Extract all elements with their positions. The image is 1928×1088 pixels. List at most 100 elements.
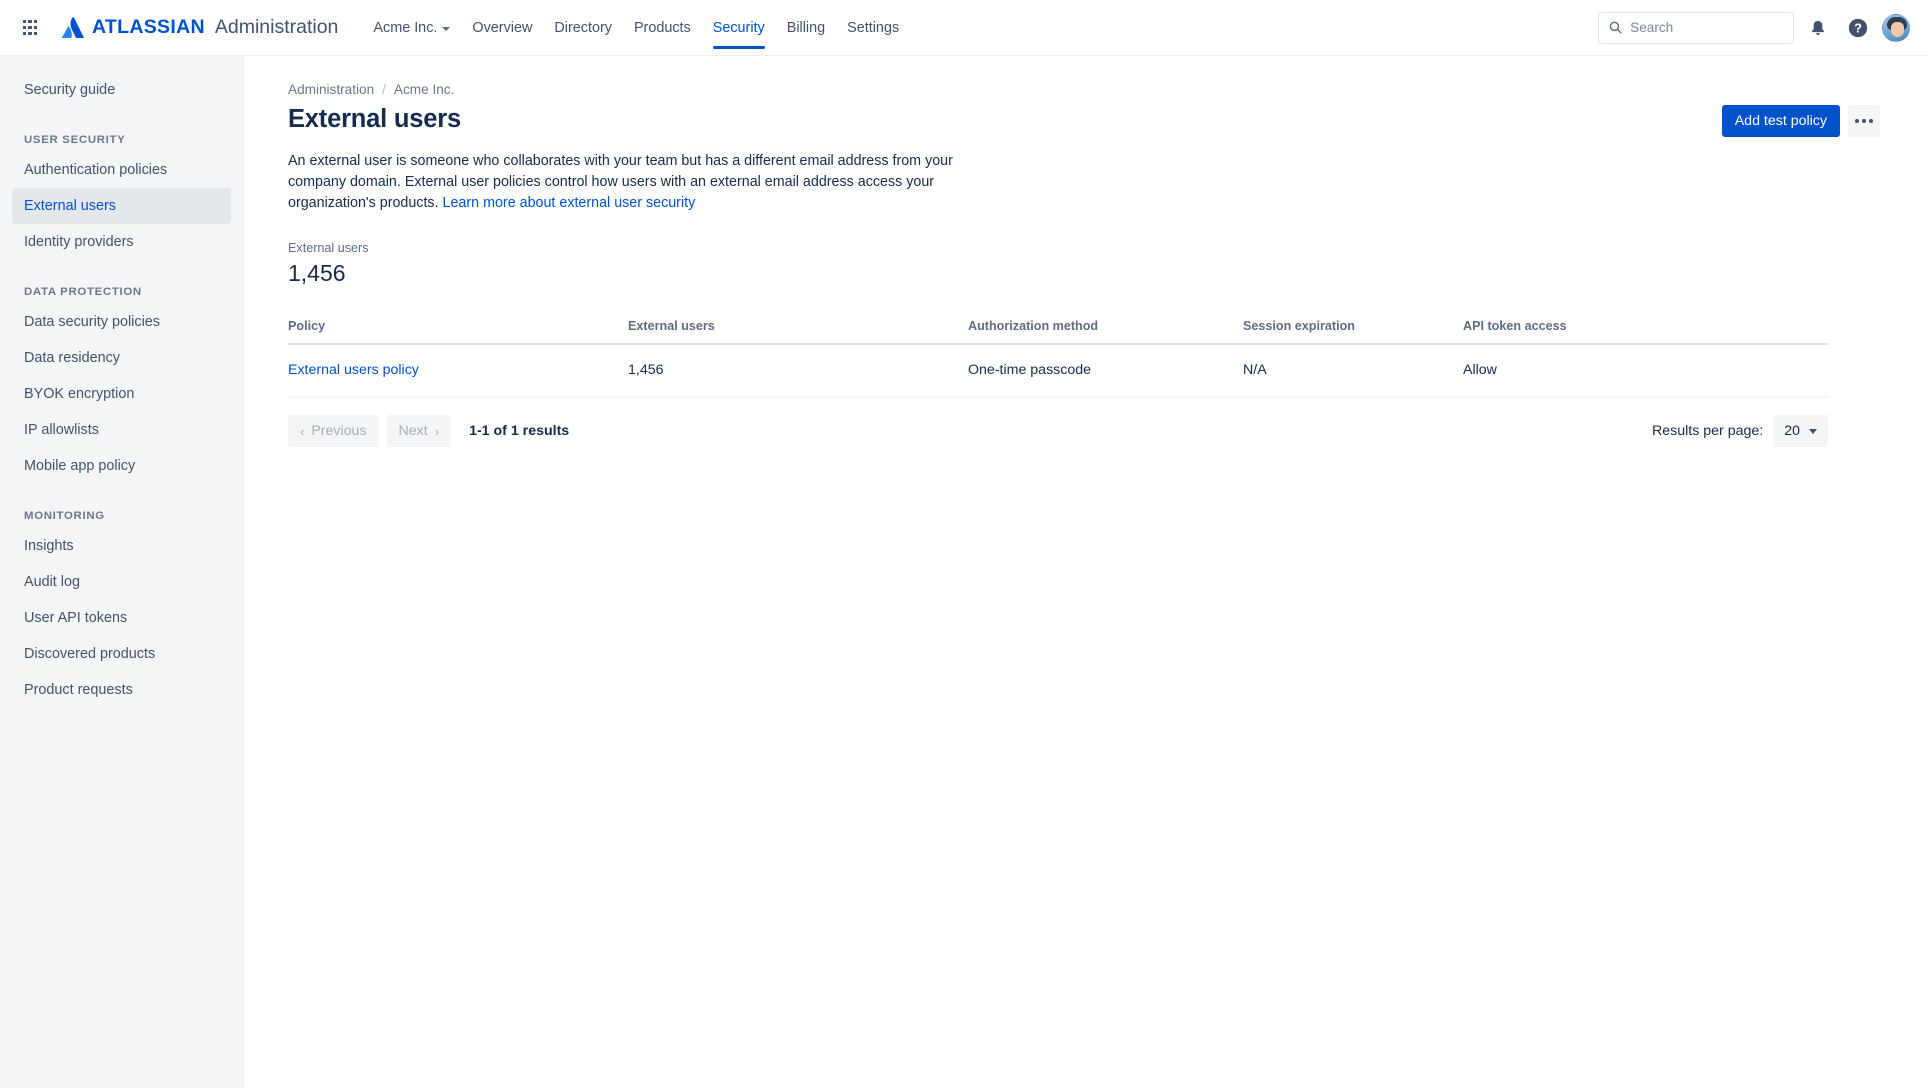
previous-page-button[interactable]: ‹ Previous: [288, 415, 379, 447]
metric-label: External users: [288, 241, 369, 255]
column-header-external-users: External users: [628, 319, 715, 333]
app-switcher-button[interactable]: [14, 12, 46, 44]
org-switcher-label: Acme Inc.: [373, 19, 438, 36]
sidebar-item-label: User API tokens: [24, 610, 128, 626]
help-button[interactable]: ?: [1842, 12, 1874, 44]
chevron-right-icon: ›: [434, 423, 440, 439]
tab-security[interactable]: Security: [702, 0, 776, 56]
more-dot: [1855, 119, 1859, 123]
sidebar-item-byok-encryption[interactable]: BYOK encryption: [12, 376, 231, 412]
cell-api-token-access: Allow: [1463, 362, 1497, 378]
sidebar: Security guide USER SECURITY Authenticat…: [0, 56, 244, 1088]
tab-billing[interactable]: Billing: [776, 0, 836, 56]
metric-value: 1,456: [288, 260, 346, 286]
sidebar-item-label: Identity providers: [24, 234, 134, 250]
sidebar-item-ip-allowlists[interactable]: IP allowlists: [12, 412, 231, 448]
more-actions-button[interactable]: [1848, 105, 1880, 137]
sidebar-item-external-users[interactable]: External users: [12, 188, 231, 224]
svg-text:?: ?: [1854, 20, 1862, 35]
tab-label: Products: [633, 19, 691, 36]
search-input[interactable]: [1630, 20, 1783, 35]
column-header-api-token-access: API token access: [1463, 319, 1567, 333]
next-page-button[interactable]: Next ›: [386, 415, 452, 447]
results-per-page-label: Results per page:: [1652, 423, 1764, 439]
sidebar-item-identity-providers[interactable]: Identity providers: [12, 224, 231, 260]
top-navigation: ATLASSIAN Administration Acme Inc. Overv…: [0, 0, 1928, 56]
learn-more-link[interactable]: Learn more about external user security: [443, 195, 696, 211]
tab-label: Overview: [472, 19, 533, 36]
tab-label: Directory: [554, 19, 612, 36]
chevron-down-icon: [442, 26, 451, 31]
cell-session-expiration: N/A: [1243, 362, 1267, 378]
sidebar-item-discovered-products[interactable]: Discovered products: [12, 636, 231, 672]
sidebar-item-data-security-policies[interactable]: Data security policies: [12, 304, 231, 340]
add-test-policy-button[interactable]: Add test policy: [1721, 105, 1840, 137]
sidebar-item-security-guide[interactable]: Security guide: [12, 72, 231, 108]
brand-product-name: Administration: [214, 16, 339, 38]
policy-link[interactable]: External users policy: [288, 362, 419, 378]
tab-label: Security: [712, 19, 765, 36]
sidebar-item-data-residency[interactable]: Data residency: [12, 340, 231, 376]
results-count: 1-1 of 1 results: [469, 423, 570, 439]
previous-label: Previous: [311, 423, 367, 439]
breadcrumb-org[interactable]: Acme Inc.: [394, 82, 454, 97]
tab-label: Billing: [786, 19, 826, 36]
chevron-left-icon: ‹: [300, 423, 305, 439]
primary-nav-tabs: Acme Inc. Overview Directory Products Se…: [362, 0, 910, 56]
sidebar-item-label: BYOK encryption: [24, 386, 135, 402]
next-label: Next: [398, 423, 428, 439]
help-icon: ?: [1848, 18, 1868, 37]
sidebar-item-label: External users: [24, 198, 116, 214]
cell-external-users: 1,456: [628, 362, 664, 378]
more-dot: [1869, 119, 1873, 123]
policies-table: Policy External users Authorization meth…: [288, 318, 1828, 398]
notifications-button[interactable]: [1802, 12, 1834, 44]
sidebar-section-data-protection: DATA PROTECTION: [24, 286, 142, 298]
page-header: External users Add test policy: [288, 103, 1880, 137]
sidebar-section-monitoring: MONITORING: [24, 510, 105, 522]
table-row: External users policy 1,456 One-time pas…: [288, 345, 1828, 398]
column-header-policy: Policy: [288, 319, 326, 333]
avatar[interactable]: [1882, 13, 1910, 42]
tab-settings[interactable]: Settings: [836, 0, 910, 56]
sidebar-item-user-api-tokens[interactable]: User API tokens: [12, 600, 231, 636]
tab-overview[interactable]: Overview: [461, 0, 543, 56]
sidebar-item-authentication-policies[interactable]: Authentication policies: [12, 152, 231, 188]
breadcrumb: Administration / Acme Inc.: [288, 82, 1880, 97]
top-nav-right-actions: ?: [1598, 11, 1910, 44]
breadcrumb-separator: /: [382, 82, 386, 97]
sidebar-item-label: IP allowlists: [24, 422, 99, 438]
search-box[interactable]: [1598, 11, 1794, 44]
cell-policy: External users policy: [288, 360, 628, 380]
brand-name: ATLASSIAN: [92, 16, 205, 38]
brand-logo[interactable]: ATLASSIAN Administration: [62, 16, 338, 39]
sidebar-item-audit-log[interactable]: Audit log: [12, 564, 231, 600]
page-title: External users: [288, 105, 461, 133]
results-per-page-value: 20: [1784, 423, 1800, 439]
column-header-session-expiration: Session expiration: [1243, 319, 1355, 333]
breadcrumb-administration[interactable]: Administration: [288, 82, 374, 97]
bell-icon: [1811, 20, 1825, 35]
tab-directory[interactable]: Directory: [543, 0, 623, 56]
body: Security guide USER SECURITY Authenticat…: [0, 56, 1928, 1088]
results-per-page-select[interactable]: 20: [1773, 415, 1828, 447]
sidebar-item-mobile-app-policy[interactable]: Mobile app policy: [12, 448, 231, 484]
sidebar-item-label: Authentication policies: [24, 162, 168, 178]
org-switcher[interactable]: Acme Inc.: [362, 0, 461, 56]
sidebar-item-insights[interactable]: Insights: [12, 528, 231, 564]
sidebar-item-product-requests[interactable]: Product requests: [12, 672, 231, 708]
sidebar-item-label: Security guide: [24, 82, 116, 98]
app-switcher-icon: [22, 20, 38, 35]
app-window: ATLASSIAN Administration Acme Inc. Overv…: [0, 0, 1928, 1088]
sidebar-section-user-security: USER SECURITY: [24, 134, 126, 146]
chevron-down-icon: [1809, 428, 1817, 434]
table-header-row: Policy External users Authorization meth…: [288, 318, 1828, 345]
sidebar-item-label: Audit log: [24, 574, 81, 590]
tab-label: Settings: [847, 19, 900, 36]
page-actions: Add test policy: [1721, 103, 1880, 137]
sidebar-item-label: Mobile app policy: [24, 458, 136, 474]
results-per-page: Results per page: 20: [1652, 415, 1828, 447]
more-dot: [1862, 119, 1866, 123]
tab-products[interactable]: Products: [623, 0, 702, 56]
external-users-metric: External users 1,456: [288, 240, 1880, 288]
